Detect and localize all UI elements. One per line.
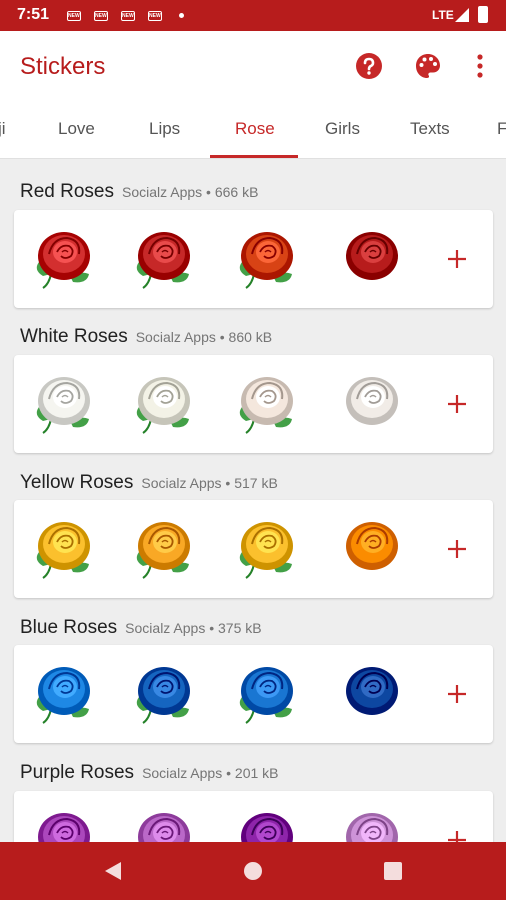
tab-emoji[interactable]: ji [0,119,6,139]
pack-name: Red Roses [20,181,114,202]
rose-sticker[interactable] [337,659,407,729]
rose-sticker[interactable] [232,224,302,294]
pack-name: Purple Roses [20,762,135,783]
add-pack-icon[interactable] [442,389,472,419]
pack-header: Yellow Roses Socialz Apps • 517 kB [20,472,278,494]
rose-sticker[interactable] [232,659,302,729]
signal-icon [455,8,469,22]
app-title: Stickers [20,53,106,80]
news-icon: NEWS [148,11,162,21]
pack-header: Red Roses Socialz Apps • 666 kB [20,181,258,203]
sticker-pack-card[interactable] [14,210,493,308]
rose-sticker[interactable] [29,805,99,842]
pack-meta: Socialz Apps • 517 kB [141,475,278,491]
pack-header: Blue Roses Socialz Apps • 375 kB [20,617,262,639]
network-type: LTE [432,8,454,22]
rose-sticker[interactable] [337,369,407,439]
news-icon: NEWS [121,11,135,21]
pack-meta: Socialz Apps • 201 kB [142,765,279,781]
app-bar: Stickers [0,31,506,101]
pack-name: White Roses [20,326,128,347]
rose-sticker[interactable] [337,805,407,842]
status-time: 7:51 [17,6,50,23]
sticker-pack-card[interactable] [14,645,493,743]
tab-lips[interactable]: Lips [149,119,180,139]
home-icon[interactable] [241,859,265,883]
rose-sticker[interactable] [129,514,199,584]
more-vert-icon[interactable] [466,52,494,80]
rose-sticker[interactable] [337,514,407,584]
recents-icon[interactable] [381,859,405,883]
add-pack-icon[interactable] [442,244,472,274]
more-notifications-dot [179,13,184,18]
rose-sticker[interactable] [232,369,302,439]
add-pack-icon[interactable] [442,534,472,564]
add-pack-icon[interactable] [442,679,472,709]
rose-sticker[interactable] [29,514,99,584]
tab-girls[interactable]: Girls [325,119,360,139]
rose-sticker[interactable] [29,659,99,729]
rose-sticker[interactable] [129,805,199,842]
tab-more[interactable]: F [497,119,506,139]
system-nav-bar [0,842,506,900]
sticker-pack-card[interactable] [14,355,493,453]
active-tab-indicator [210,155,298,158]
news-icon: NEWS [67,11,81,21]
palette-icon[interactable] [414,52,442,80]
sticker-pack-list[interactable]: Red Roses Socialz Apps • 666 kB White Ros… [0,159,506,842]
rose-sticker[interactable] [337,224,407,294]
sticker-pack-card[interactable] [14,500,493,598]
pack-meta: Socialz Apps • 375 kB [125,620,262,636]
tab-love[interactable]: Love [58,119,95,139]
battery-icon [478,6,488,23]
rose-sticker[interactable] [232,805,302,842]
pack-header: White Roses Socialz Apps • 860 kB [20,326,272,348]
pack-name: Yellow Roses [20,472,134,493]
back-icon[interactable] [101,859,125,883]
pack-meta: Socialz Apps • 666 kB [122,184,259,200]
rose-sticker[interactable] [129,659,199,729]
help-icon[interactable] [355,52,383,80]
sticker-pack-card[interactable] [14,791,493,842]
news-icon: NEWS [94,11,108,21]
rose-sticker[interactable] [129,369,199,439]
rose-sticker[interactable] [232,514,302,584]
rose-sticker[interactable] [129,224,199,294]
rose-sticker[interactable] [29,224,99,294]
status-bar: 7:51 NEWS NEWS NEWS NEWS LTE [0,0,506,31]
tab-texts[interactable]: Texts [410,119,450,139]
pack-header: Purple Roses Socialz Apps • 201 kB [20,762,279,784]
category-tabs: ji Love Lips Rose Girls Texts F [0,101,506,159]
rose-sticker[interactable] [29,369,99,439]
add-pack-icon[interactable] [442,825,472,842]
tab-rose[interactable]: Rose [235,119,275,139]
pack-name: Blue Roses [20,617,118,638]
pack-meta: Socialz Apps • 860 kB [135,329,273,345]
